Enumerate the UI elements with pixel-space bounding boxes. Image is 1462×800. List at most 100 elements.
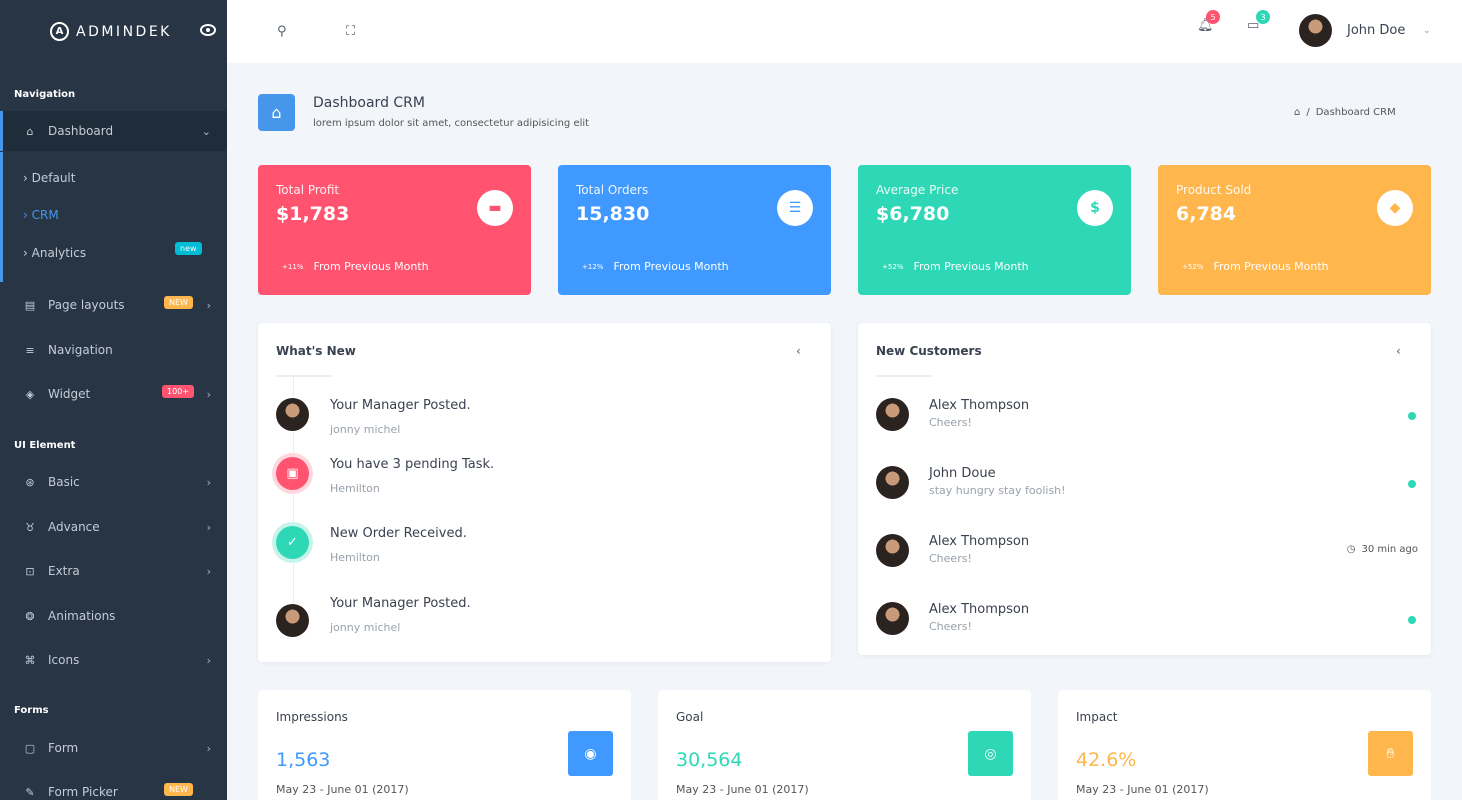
sidebar-item-label: Basic bbox=[48, 475, 80, 489]
edit-icon: ✎ bbox=[25, 785, 35, 799]
user-name[interactable]: John Doe bbox=[1347, 23, 1405, 38]
breadcrumb-current[interactable]: Dashboard CRM bbox=[1316, 107, 1396, 118]
database-icon: ☰ bbox=[777, 190, 813, 226]
chevron-right-icon: › bbox=[206, 653, 211, 667]
page-home-icon: ⌂ bbox=[258, 94, 295, 131]
messages-button[interactable]: ▭ 3 bbox=[1247, 10, 1270, 33]
avatar bbox=[876, 602, 909, 635]
gift-icon: ♉ bbox=[25, 520, 35, 534]
stat-footer: +52% From Previous Month bbox=[1182, 260, 1329, 273]
chevron-left-icon[interactable]: ‹ bbox=[1396, 344, 1401, 358]
chevron-right-icon: › bbox=[206, 564, 211, 578]
new-badge: NEW bbox=[164, 296, 193, 309]
sidebar-item-extra[interactable]: ⊡ Extra › bbox=[0, 551, 227, 591]
feed-sub: jonny michel bbox=[330, 423, 401, 436]
sidebar-item-widget[interactable]: ◈ Widget 100+ › bbox=[0, 374, 227, 414]
sidebar-sub-crm[interactable]: › CRM bbox=[23, 208, 59, 222]
sidebar-item-icons[interactable]: ⌘ Icons › bbox=[0, 640, 227, 680]
sidebar-sub-default[interactable]: › Default bbox=[23, 171, 75, 185]
list-item[interactable]: Alex Thompson Cheers! ◷ 30 min ago bbox=[876, 534, 1418, 594]
tag-icon: ◆ bbox=[1377, 190, 1413, 226]
stat-card-total-orders: Total Orders 15,830 ☰ +12% From Previous … bbox=[558, 165, 831, 295]
sidebar-item-label: Navigation bbox=[48, 343, 113, 357]
stat-label: Average Price bbox=[876, 183, 959, 197]
chevron-left-icon[interactable]: ‹ bbox=[796, 344, 801, 358]
card-value: 1,563 bbox=[276, 749, 331, 771]
list-item[interactable]: Alex Thompson Cheers! bbox=[876, 602, 1416, 662]
chevron-right-icon: › bbox=[206, 387, 211, 401]
sidebar-item-label: Form bbox=[48, 741, 79, 755]
customer-status: Cheers! bbox=[929, 416, 972, 429]
sidebar-item-navigation[interactable]: ≡ Navigation bbox=[0, 330, 227, 370]
box-icon: ⊛ bbox=[25, 475, 35, 489]
notification-count: 5 bbox=[1206, 10, 1220, 24]
stat-footer: +11% From Previous Month bbox=[282, 260, 429, 273]
sidebar-item-label: Widget bbox=[48, 387, 91, 401]
sidebar-item-animations[interactable]: ❂ Animations bbox=[0, 596, 227, 636]
sidebar-item-basic[interactable]: ⊛ Basic › bbox=[0, 462, 227, 502]
stat-footer: +52% From Previous Month bbox=[882, 260, 1029, 273]
sidebar-item-label: Dashboard bbox=[48, 124, 114, 138]
sidebar-item-label: Advance bbox=[48, 520, 100, 534]
chevron-down-icon[interactable]: ⌄ bbox=[1423, 26, 1431, 36]
avatar bbox=[276, 604, 309, 637]
customer-name: Alex Thompson bbox=[929, 602, 1030, 617]
feed-title: New Order Received. bbox=[330, 526, 467, 541]
sidebar-item-label: Animations bbox=[48, 609, 116, 623]
card-date: May 23 - June 01 (2017) bbox=[1076, 783, 1209, 796]
title-underline bbox=[876, 375, 932, 377]
page-subtitle: lorem ipsum dolor sit amet, consectetur … bbox=[313, 118, 590, 129]
avatar bbox=[876, 466, 909, 499]
impressions-card: Impressions 1,563 May 23 - June 01 (2017… bbox=[258, 690, 631, 800]
list-item[interactable]: ✓ New Order Received. Hemilton bbox=[276, 526, 736, 586]
list-item[interactable]: Your Manager Posted. jonny michel bbox=[276, 398, 736, 458]
sidebar-item-page-layouts[interactable]: ▤ Page layouts NEW › bbox=[0, 285, 227, 325]
stat-label: Product Sold bbox=[1176, 183, 1252, 197]
dollar-icon: $ bbox=[1077, 190, 1113, 226]
brand-logo[interactable]: A ADMINDEK bbox=[0, 0, 227, 63]
user-avatar[interactable] bbox=[1299, 14, 1332, 47]
sidebar-item-label: Extra bbox=[48, 564, 80, 578]
chevron-right-icon: › bbox=[206, 475, 211, 489]
time-text: 30 min ago bbox=[1361, 544, 1418, 555]
card-date: May 23 - June 01 (2017) bbox=[676, 783, 809, 796]
notification-button[interactable]: 🔔︎ 5 bbox=[1197, 10, 1220, 33]
stat-card-total-profit: Total Profit $1,783 ▬ +11% From Previous … bbox=[258, 165, 531, 295]
message-count: 3 bbox=[1256, 10, 1270, 24]
list-item[interactable]: Your Manager Posted. jonny michel bbox=[276, 596, 736, 664]
stat-footer: +12% From Previous Month bbox=[582, 260, 729, 273]
money-icon: ▬ bbox=[477, 190, 513, 226]
sidebar-item-form[interactable]: ▢ Form › bbox=[0, 728, 227, 768]
feed-sub: Hemilton bbox=[330, 482, 380, 495]
sidebar-item-form-picker[interactable]: ✎ Form Picker NEW bbox=[0, 772, 227, 800]
customer-status: stay hungry stay foolish! bbox=[929, 484, 1066, 497]
search-icon[interactable]: ⚲ bbox=[277, 24, 287, 39]
command-icon: ⌘ bbox=[24, 653, 36, 667]
customer-status: Cheers! bbox=[929, 552, 972, 565]
fullscreen-icon[interactable]: ⛶ bbox=[346, 24, 355, 39]
sidebar-sub-analytics[interactable]: › Analytics bbox=[23, 246, 86, 260]
sidebar-item-dashboard[interactable]: ⌂ Dashboard ⌄ bbox=[0, 111, 227, 151]
sidebar-item-advance[interactable]: ♉ Advance › bbox=[0, 507, 227, 547]
stat-foot: From Previous Month bbox=[613, 260, 729, 273]
card-date: May 23 - June 01 (2017) bbox=[276, 783, 409, 796]
card-label: Impressions bbox=[276, 710, 348, 724]
brand-name: ADMINDEK bbox=[76, 23, 172, 40]
list-item[interactable]: Alex Thompson Cheers! bbox=[876, 398, 1416, 458]
list-item[interactable]: ▣ You have 3 pending Task. Hemilton bbox=[276, 457, 736, 517]
stat-pct: +52% bbox=[1182, 262, 1204, 271]
card-value: 42.6% bbox=[1076, 749, 1137, 771]
home-icon[interactable]: ⌂ bbox=[1294, 107, 1300, 118]
section-forms: Forms bbox=[14, 705, 49, 716]
customer-status: Cheers! bbox=[929, 620, 972, 633]
panel-title: What's New bbox=[276, 344, 356, 358]
sidebar-item-label: Icons bbox=[48, 653, 80, 667]
feed-title: Your Manager Posted. bbox=[330, 398, 471, 413]
feed-sub: jonny michel bbox=[330, 621, 401, 634]
eye-icon[interactable] bbox=[200, 24, 216, 36]
feed-title: Your Manager Posted. bbox=[330, 596, 471, 611]
customer-name: Alex Thompson bbox=[929, 398, 1030, 413]
list-item[interactable]: John Doue stay hungry stay foolish! bbox=[876, 466, 1416, 526]
section-navigation: Navigation bbox=[14, 89, 76, 100]
feed-sub: Hemilton bbox=[330, 551, 380, 564]
